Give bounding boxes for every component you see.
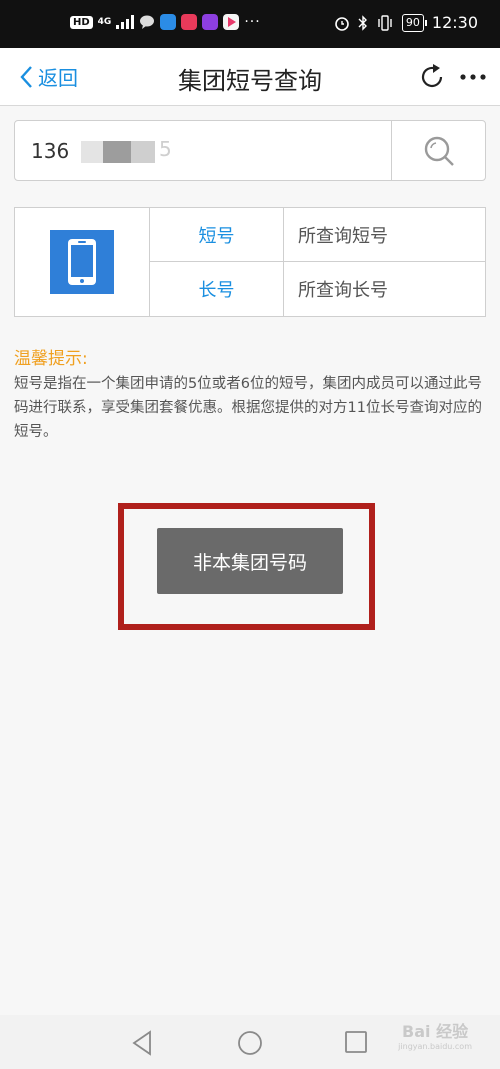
- phone-image-cell: [15, 208, 150, 316]
- chat-app-icon: [140, 15, 155, 29]
- phone-number-input[interactable]: [15, 121, 393, 180]
- battery-indicator: 90: [401, 13, 427, 32]
- status-system: 90 12:30: [334, 13, 478, 32]
- video-app-icon: [202, 14, 219, 30]
- more-notifications: ···: [244, 14, 261, 30]
- status-bar: HD 4G ··· 90 12:30: [0, 0, 500, 48]
- search-button[interactable]: [391, 121, 485, 180]
- square-recent-icon: [345, 1031, 367, 1053]
- hd-badge: HD: [70, 15, 93, 29]
- search-box: 5: [14, 120, 486, 181]
- watermark-sub: jingyan.baidu.com: [398, 1042, 472, 1051]
- more-button[interactable]: [460, 63, 486, 95]
- long-number-row: 长号 所查询长号: [150, 262, 485, 316]
- more-dots-icon: [460, 74, 486, 80]
- triangle-back-icon: [132, 1030, 151, 1056]
- alarm-icon: [335, 16, 349, 31]
- result-table: 短号 所查询短号 长号 所查询长号: [14, 207, 486, 317]
- short-number-value: 所查询短号: [298, 225, 388, 247]
- short-number-row: 短号 所查询短号: [150, 208, 485, 262]
- nav-home-button[interactable]: [237, 1030, 263, 1060]
- app-header: 返回 集团短号查询: [0, 48, 500, 106]
- browser-app-icon: [160, 14, 177, 30]
- phone-tile: [50, 230, 114, 294]
- refresh-icon: [421, 64, 443, 88]
- redaction-mask: [81, 141, 103, 163]
- bluetooth-icon: [358, 14, 367, 31]
- search-icon: [424, 136, 454, 166]
- tips-body: 短号是指在一个集团申请的5位或者6位的短号，集团内成员可以通过此号码进行联系，享…: [14, 376, 482, 440]
- redaction-mask: [131, 141, 155, 163]
- short-number-label: 短号: [150, 208, 284, 261]
- watermark: Bai 经验 jingyan.baidu.com: [398, 1018, 472, 1051]
- refresh-button[interactable]: [420, 63, 446, 95]
- watermark-main: Bai 经验: [402, 1022, 469, 1041]
- mobile-phone-icon: [68, 239, 96, 285]
- nav-back-button[interactable]: [131, 1030, 153, 1060]
- status-indicators: HD 4G ···: [70, 14, 261, 30]
- not-group-member-button[interactable]: 非本集团号码: [157, 528, 343, 594]
- clock: 12:30: [431, 13, 478, 32]
- play-app-icon: [223, 14, 240, 30]
- nav-recent-button[interactable]: [345, 1031, 367, 1057]
- circle-home-icon: [238, 1031, 262, 1055]
- vibrate-icon: [378, 14, 392, 31]
- music-app-icon: [181, 14, 198, 30]
- tips-title: 温馨提示:: [14, 349, 88, 369]
- number-suffix: 5: [159, 137, 172, 161]
- redaction-mask: [103, 141, 131, 163]
- long-number-value: 所查询长号: [298, 280, 388, 301]
- signal-icon: [116, 15, 135, 29]
- network-type: 4G: [97, 16, 112, 27]
- long-number-label: 长号: [150, 262, 284, 316]
